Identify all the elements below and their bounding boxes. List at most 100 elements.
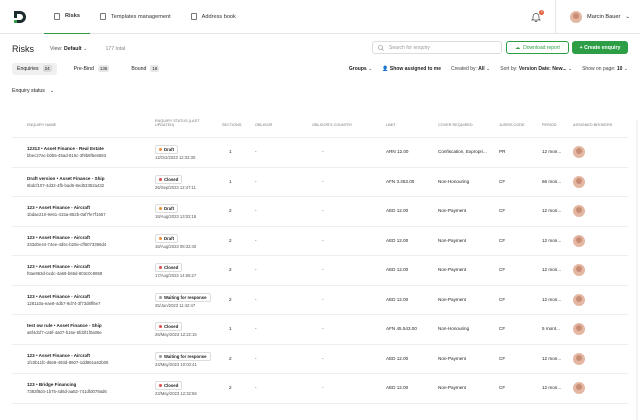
- col-obligor-country[interactable]: Obligor's country: [312, 123, 352, 127]
- sections-value: 2: [229, 355, 232, 361]
- jusris-code-value: CF: [499, 237, 506, 243]
- col-brokers[interactable]: Assigned brokers: [573, 123, 612, 127]
- table-row[interactable]: Draft version • Asset Finance - Ship 6bdc…: [12, 168, 628, 197]
- download-report-button[interactable]: ☁ Download report: [506, 41, 569, 54]
- col-period[interactable]: Period: [542, 123, 557, 127]
- status-label: Waiting for response: [164, 294, 207, 300]
- tab-label: Enquiries: [17, 65, 39, 72]
- enquiry-id: 6bdcf107-4d32-4fb-bad6-8ed53352a432: [27, 182, 105, 188]
- avatar: [573, 205, 585, 217]
- status-date: 25/Jun/2023 11:42:47: [155, 302, 196, 308]
- table-row[interactable]: 12313 • Asset Finance - Real Estate bbec2…: [12, 138, 628, 168]
- limit-value: AFN 45.543.00: [386, 326, 417, 331]
- chevron-down-icon: ⌄: [625, 14, 630, 20]
- enquiry-status-filter[interactable]: Enquiry status ⌄: [12, 88, 54, 94]
- col-status[interactable]: Enquiry status (last updated): [155, 119, 215, 127]
- enquiry-name: 12313 • Asset Finance - Real Estate: [27, 146, 104, 151]
- table-body: 12313 • Asset Finance - Real Estate bbec2…: [12, 138, 628, 404]
- page-size-dropdown[interactable]: Show on page: 10 ⌄: [582, 66, 628, 72]
- search-icon: [378, 44, 384, 51]
- table-row[interactable]: 123 • Asset Finance - Aircraft 128110a-ea…: [12, 286, 628, 315]
- broker-avatar[interactable]: [573, 352, 585, 366]
- broker-avatar[interactable]: [573, 146, 585, 159]
- document-icon: [54, 12, 60, 20]
- status-badge: Waiting for response: [155, 292, 211, 302]
- limit-value: AFN 3.453.00: [386, 178, 415, 184]
- obligor-value: -: [255, 385, 257, 390]
- person-icon: 👤: [382, 65, 389, 72]
- status-label: Closed: [164, 176, 179, 182]
- jusris-code-value: CF: [499, 296, 506, 302]
- enquiry-id: 333d0e44-74ee-4d6c-b25e-cff6073396d4: [27, 241, 107, 247]
- broker-avatar[interactable]: [573, 293, 585, 307]
- period-value: 12 mon...: [542, 267, 562, 272]
- assigned-toggle[interactable]: 👤 Show assigned to me: [382, 66, 441, 72]
- view-selector[interactable]: View: Default ⌄: [50, 46, 87, 52]
- created-by-dropdown[interactable]: Created by: All ⌄: [451, 66, 490, 72]
- period-value: 5 mont...: [542, 326, 560, 331]
- broker-avatar[interactable]: [573, 234, 585, 248]
- sections-value: 2: [229, 237, 232, 243]
- page-label: Show on page:: [582, 65, 616, 72]
- broker-avatar[interactable]: [573, 175, 585, 189]
- search-input[interactable]: Search for enquiry: [372, 41, 502, 54]
- country-value: -: [322, 296, 324, 302]
- tab-risks-label: Risks: [65, 13, 80, 19]
- table-row[interactable]: test ow rule • Asset Finance - Ship a6f4d…: [12, 315, 628, 345]
- status-dot-icon: [159, 236, 162, 240]
- tab-pre-bind[interactable]: Pre-Bind 135: [69, 63, 115, 75]
- jusris-code-value: CF: [499, 208, 506, 213]
- obligor-value: -: [255, 149, 257, 154]
- avatar: [573, 234, 585, 247]
- period-value: 12 mon...: [542, 296, 562, 302]
- status-dot-icon: [159, 295, 162, 299]
- status-dot-icon: [159, 325, 162, 328]
- broker-avatar[interactable]: [573, 382, 585, 395]
- tab-label: Pre-Bind: [73, 65, 94, 72]
- create-enquiry-button[interactable]: + Create enquiry: [572, 41, 628, 54]
- col-jusris-code[interactable]: Jusris code: [499, 123, 525, 127]
- period-value: 12 mon...: [542, 237, 562, 243]
- col-limit[interactable]: Limit: [386, 123, 396, 127]
- user-avatar: [570, 11, 583, 23]
- assigned-label: Show assigned to me: [389, 65, 442, 72]
- sections-value: 2: [229, 296, 232, 302]
- cover-value: Non-Honouring: [438, 178, 470, 184]
- tab-bound[interactable]: Bound 18: [126, 63, 164, 75]
- col-enquiry-name[interactable]: Enquiry name: [27, 123, 56, 127]
- divider: [555, 0, 557, 34]
- broker-avatar[interactable]: [573, 264, 585, 277]
- col-obligor[interactable]: Obligor: [255, 123, 272, 127]
- status-badge: Draft: [155, 233, 179, 243]
- app-logo[interactable]: [12, 10, 26, 24]
- enquiry-name: 123 • Asset Finance - Aircraft: [27, 234, 91, 240]
- table-row[interactable]: 123 • Asset Finance - Aircraft 1bdae210-9…: [12, 197, 628, 227]
- tab-risks[interactable]: Risks: [44, 0, 90, 34]
- filter-bar: Enquiries 24 Pre-Bind 135 Bound 18 Groups ⌄…: [12, 62, 628, 75]
- table-row[interactable]: 123 • Asset Finance - Aircraft f0ae953d-b…: [12, 256, 628, 286]
- user-menu[interactable]: Marcin Bauer ⌄: [570, 11, 630, 23]
- col-sections[interactable]: Sections: [222, 123, 241, 127]
- table-row[interactable]: 123 • Bridge Financing 7383f8d4-1b75-4d6d…: [12, 374, 628, 404]
- table-row[interactable]: 123 • Asset Finance - Aircraft 333d0e44-7…: [12, 227, 628, 256]
- sections-value: 2: [229, 267, 232, 272]
- table-row[interactable]: 123 • Asset Finance - Aircraft 1fc0b11fc-…: [12, 345, 628, 374]
- tab-address-book[interactable]: Address book: [181, 0, 246, 34]
- broker-avatar[interactable]: [573, 205, 585, 218]
- jusris-code-value: CF: [499, 326, 506, 331]
- sort-dropdown[interactable]: Sort by: Version Date: New... ⌄: [500, 66, 572, 72]
- broker-avatar[interactable]: [573, 323, 585, 336]
- notifications-button[interactable]: 3: [531, 10, 545, 23]
- enquiry-id: 7383f8d4-1b75-4d6d-aa82-741dfd079ad6: [27, 389, 107, 394]
- col-cover[interactable]: Cover required: [438, 123, 473, 127]
- status-label: Draft: [164, 147, 175, 152]
- scrollbar[interactable]: [636, 120, 638, 420]
- groups-dropdown[interactable]: Groups ⌄: [349, 66, 372, 72]
- tab-enquiries[interactable]: Enquiries 24: [12, 62, 57, 75]
- status-badge: Closed: [155, 381, 183, 390]
- limit-value: AED 12.00: [386, 355, 409, 361]
- tab-templates[interactable]: Templates management: [90, 0, 181, 34]
- sections-value: 1: [229, 149, 232, 154]
- cover-value: Non-Payment: [438, 296, 467, 302]
- download-label: Download report: [523, 44, 560, 51]
